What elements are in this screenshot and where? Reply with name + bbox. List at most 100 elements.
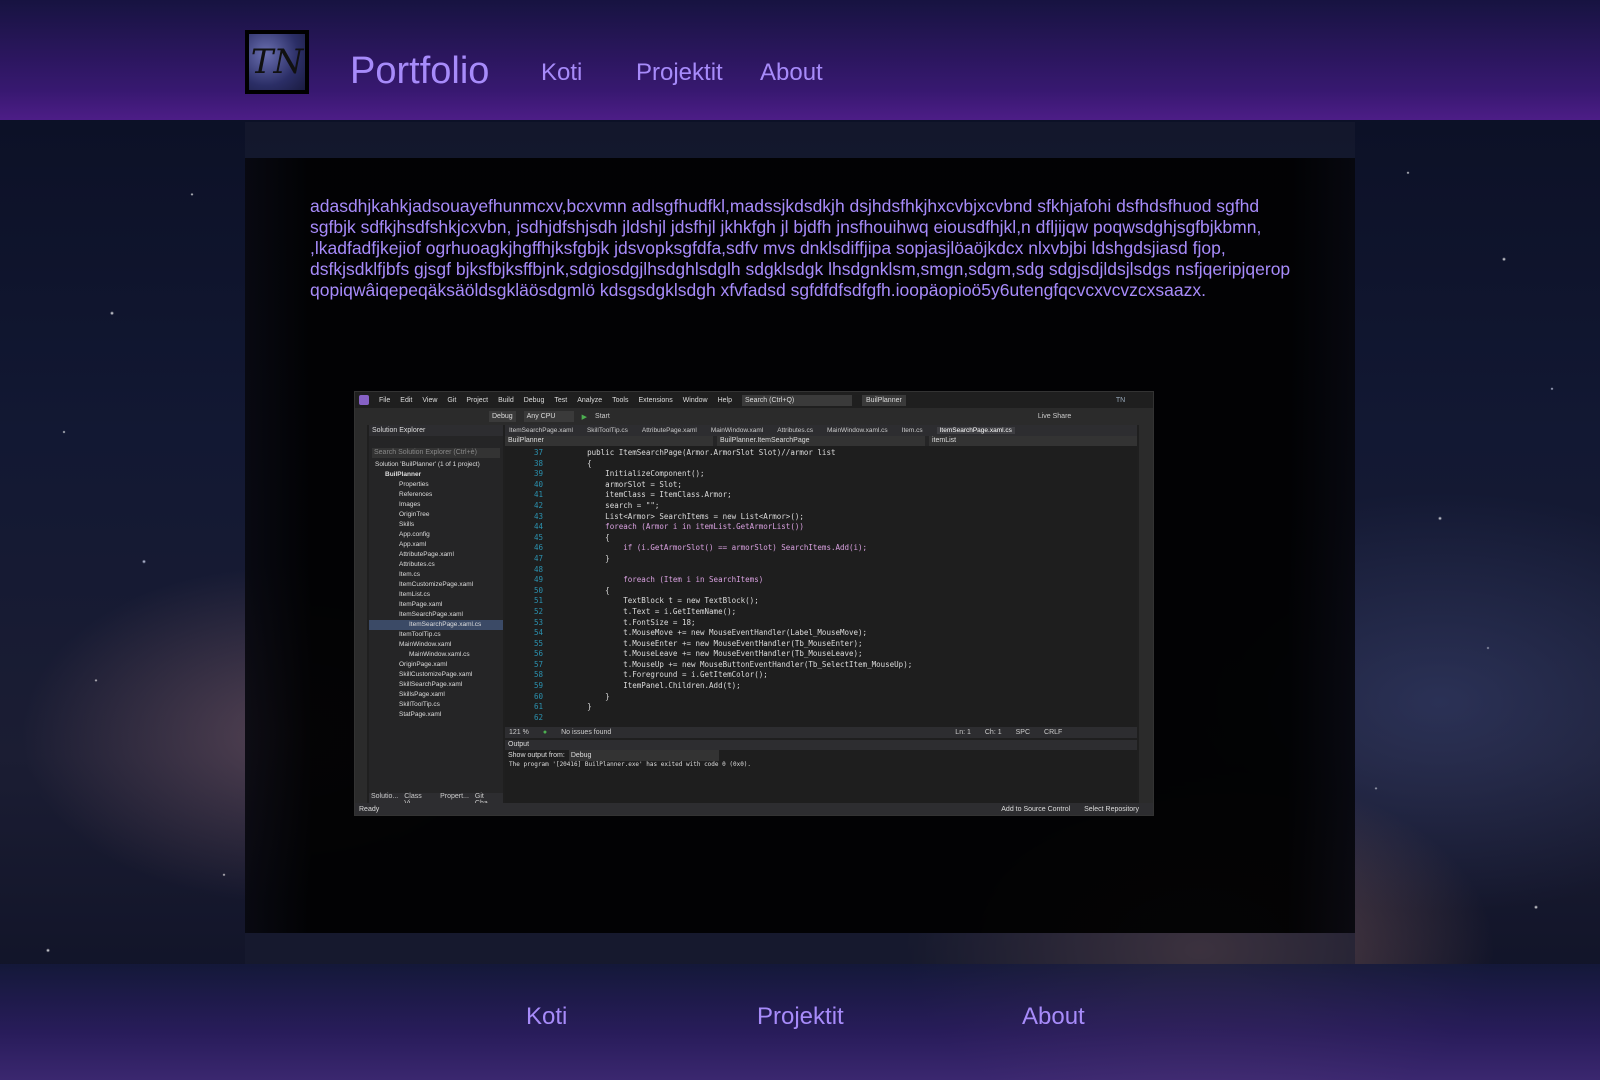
tree-item: ItemPage.xaml (399, 601, 443, 608)
tree-item: ItemList.cs (399, 591, 431, 598)
code-text: foreach (Item i in SearchItems) (551, 575, 764, 585)
code-line: 47 } (505, 554, 1127, 565)
line-number: 57 (533, 659, 543, 669)
code-text: search = ""; (551, 500, 660, 510)
tree-item: ItemCustomizePage.xaml (399, 581, 474, 588)
vs-zoom: 121 % (509, 729, 529, 736)
tree-item: ItemToolTip.cs (399, 631, 441, 638)
code-text: public ItemSearchPage(Armor.ArmorSlot Sl… (551, 448, 836, 457)
code-text: foreach (Armor i in itemList.GetArmorLis… (551, 522, 804, 532)
vs-menu-item: Analyze (577, 396, 603, 404)
vs-menubar: File Edit View Git Project Build Debug T… (355, 392, 1153, 408)
vs-output-from-label: Show output from: (508, 752, 565, 759)
line-number: 42 (533, 500, 543, 510)
line-number: 62 (533, 712, 543, 722)
code-text: t.MouseEnter += new MouseEventHandler(Tb… (551, 638, 863, 648)
vs-editor-tab: MainWindow.xaml (710, 427, 764, 434)
vs-project-badge: BuilPlanner (862, 394, 906, 406)
code-text: t.Text = i.GetItemName(); (551, 606, 737, 616)
vs-tab: Git Cha... (474, 793, 494, 807)
code-text: t.MouseUp += new MouseButtonEventHandler… (551, 659, 913, 669)
tree-item: StatPage.xaml (399, 711, 442, 718)
code-text: TextBlock t = new TextBlock(); (551, 596, 759, 606)
line-number: 37 (533, 448, 543, 457)
vs-output-title: Output (505, 740, 1137, 750)
line-number: 48 (533, 564, 543, 574)
line-number: 54 (533, 628, 543, 638)
vs-user-badge: TN (1115, 396, 1126, 404)
vs-right-dock (1139, 425, 1153, 803)
vs-nav-class: BuilPlanner.ItemSearchPage (717, 436, 925, 446)
code-text: t.MouseLeave += new MouseEventHandler(Tb… (551, 649, 863, 659)
vs-line: Ln: 1 (955, 729, 971, 736)
tree-item: SkillCustomizePage.xaml (399, 671, 473, 678)
code-line: 53 t.FontSize = 18; (505, 618, 1127, 629)
code-text: itemClass = ItemClass.Armor; (551, 490, 732, 500)
vs-status-repo: Select Repository (1084, 805, 1139, 813)
vs-editor-status: 121 % ● No issues found Ln: 1 Ch: 1 SPC … (505, 727, 1137, 738)
vs-logo-icon (359, 395, 369, 405)
code-line: 46 if (i.GetArmorSlot() == armorSlot) Se… (505, 543, 1127, 554)
tree-item: Attributes.cs (399, 561, 435, 568)
tree-item: SkillsPage.xaml (399, 691, 445, 698)
code-text: } (551, 691, 610, 701)
vs-spacing: SPC (1015, 729, 1031, 736)
code-text: armorSlot = Slot; (551, 479, 682, 489)
tree-item-selected: ItemSearchPage.xaml.cs (369, 620, 503, 630)
footer-link-about[interactable]: About (1022, 1002, 1085, 1032)
code-line: 60 } (505, 692, 1127, 703)
vs-menu-item: File (379, 396, 391, 404)
vs-editor-tab: SkillToolTip.cs (586, 427, 628, 434)
nav-link-about[interactable]: About (760, 58, 823, 88)
line-number: 43 (533, 511, 543, 521)
logo-text: TN (249, 34, 305, 90)
tree-item: AttributePage.xaml (399, 551, 454, 558)
nav-link-koti[interactable]: Koti (541, 58, 582, 88)
code-line: 41 itemClass = ItemClass.Armor; (505, 490, 1127, 501)
code-line: 59 ItemPanel.Children.Add(t); (505, 681, 1127, 692)
line-number: 51 (533, 596, 543, 606)
code-line: 54 t.MouseMove += new MouseEventHandler(… (505, 628, 1127, 639)
code-line: 58 t.Foreground = i.GetItemColor(); (505, 670, 1127, 681)
line-number: 59 (533, 681, 543, 691)
code-line: 55 t.MouseEnter += new MouseEventHandler… (505, 639, 1127, 650)
tree-item: App.xaml (399, 541, 427, 548)
line-number: 40 (533, 479, 543, 489)
vs-output-bar: Show output from: Debug (505, 750, 1137, 761)
line-number: 52 (533, 606, 543, 616)
vs-issues: No issues found (561, 729, 612, 736)
line-number: 39 (533, 469, 543, 479)
vs-menu-item: Window (682, 396, 708, 404)
logo[interactable]: TN (245, 30, 309, 94)
code-text: if (i.GetArmorSlot() == armorSlot) Searc… (551, 543, 868, 553)
vs-tab: Propert... (440, 793, 469, 800)
vs-platform-dropdown: Any CPU (523, 411, 574, 422)
code-line: 37 public ItemSearchPage(Armor.ArmorSlot… (505, 448, 1127, 459)
line-number: 46 (533, 543, 543, 553)
nav-link-projektit[interactable]: Projektit (636, 58, 723, 88)
vs-search-box: Search (Ctrl+Q) (742, 394, 853, 406)
vs-body: Solution Explorer Search Solution Explor… (355, 425, 1153, 807)
vs-status-source-control: Add to Source Control (1001, 805, 1071, 813)
line-number: 45 (533, 532, 543, 542)
code-line: 39 InitializeComponent(); (505, 469, 1127, 480)
vs-code-editor: ItemSearchPage.xaml SkillToolTip.cs Attr… (505, 425, 1137, 738)
vs-editor-tabs: ItemSearchPage.xaml SkillToolTip.cs Attr… (505, 425, 1137, 436)
line-number: 60 (533, 691, 543, 701)
tree-item: MainWindow.xaml.cs (409, 651, 470, 658)
vs-left-dock (355, 425, 367, 803)
vs-output-panel: Output Show output from: Debug The progr… (505, 740, 1137, 803)
code-line: 57 t.MouseUp += new MouseButtonEventHand… (505, 660, 1127, 671)
tree-item: SkillToolTip.cs (399, 701, 440, 708)
vs-menu-item: Help (717, 396, 733, 404)
code-text: ItemPanel.Children.Add(t); (551, 681, 741, 691)
line-number: 53 (533, 617, 543, 627)
vs-menu-item: Git (447, 396, 457, 404)
footer-link-projektit[interactable]: Projektit (757, 1002, 844, 1032)
footer-link-koti[interactable]: Koti (526, 1002, 567, 1032)
vs-output-from-dropdown: Debug (568, 750, 719, 761)
line-number: 56 (533, 649, 543, 659)
tree-item: Item.cs (399, 571, 420, 578)
vs-editor-tab-active: ItemSearchPage.xaml.cs (936, 427, 1015, 434)
line-number: 58 (533, 670, 543, 680)
